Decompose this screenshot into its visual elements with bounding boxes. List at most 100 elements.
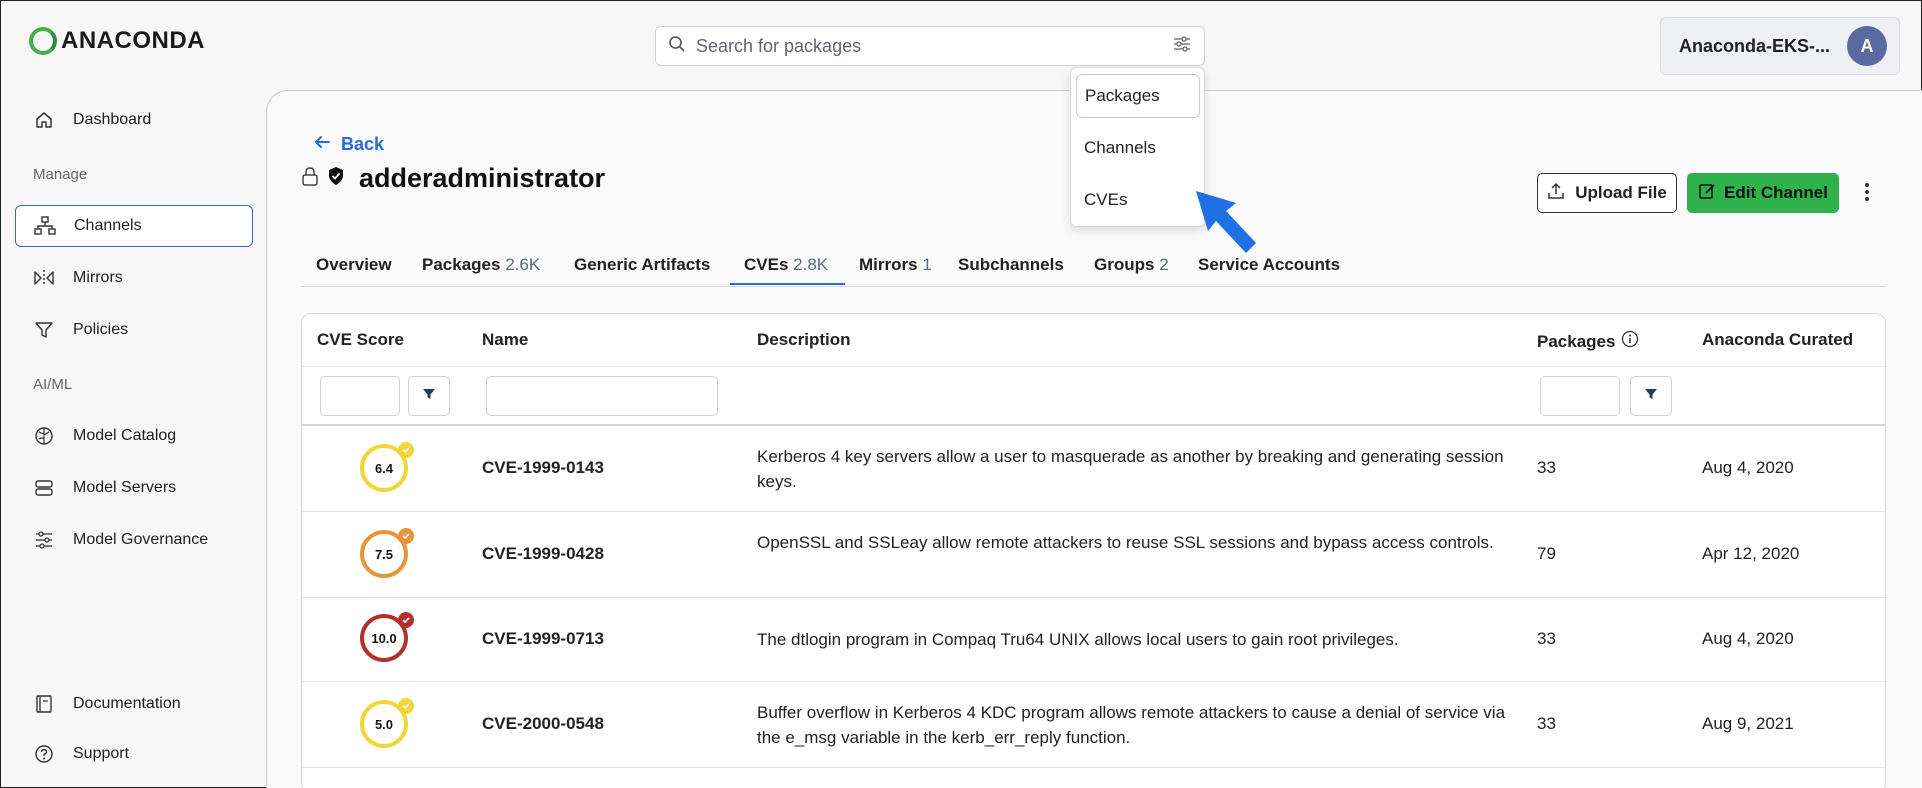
dropdown-option-cves[interactable]: CVEs [1076, 178, 1200, 222]
account-menu[interactable]: Anaconda-EKS-... A [1660, 17, 1900, 75]
sidebar-item-label: Documentation [73, 695, 181, 712]
cve-description: Buffer overflow in Kerberos 4 KDC progra… [757, 703, 1506, 747]
sidebar-item-label: Channels [74, 217, 142, 234]
edit-channel-button[interactable]: Edit Channel [1687, 173, 1839, 213]
sidebar-item-policies[interactable]: Policies [15, 309, 253, 351]
tab-groups[interactable]: Groups 2 [1094, 255, 1169, 275]
dropdown-option-channels[interactable]: Channels [1076, 126, 1200, 170]
cve-table: CVE Score Name Description Packages Anac… [301, 313, 1886, 788]
filter-icon [1644, 387, 1658, 406]
channels-icon [34, 215, 56, 237]
sidebar-item-label: Dashboard [73, 111, 152, 128]
sidebar-item-label: Policies [73, 321, 129, 338]
packages-filter-input[interactable] [1540, 376, 1620, 416]
check-icon [398, 528, 414, 544]
tab-mirrors[interactable]: Mirrors 1 [859, 255, 932, 275]
upload-file-button[interactable]: Upload File [1537, 173, 1677, 213]
sidebar-section-aiml: AI/ML [33, 376, 73, 393]
header-description[interactable]: Description [757, 330, 851, 350]
account-name: Anaconda-EKS-... [1679, 35, 1831, 56]
tab-generic-artifacts[interactable]: Generic Artifacts [574, 255, 710, 275]
page-header: adderadministrator [301, 163, 605, 194]
table-row[interactable]: 7.5 CVE-1999-0428 OpenSSL and SSLeay all… [302, 512, 1885, 598]
edit-icon [1698, 182, 1716, 205]
filter-sliders-icon[interactable] [1172, 35, 1192, 58]
header-cve-score[interactable]: CVE Score [317, 330, 404, 350]
tab-cves[interactable]: CVEs 2.8K [744, 255, 828, 275]
help-icon [33, 743, 55, 765]
back-link[interactable]: Back [313, 134, 384, 155]
cve-score-badge: 6.4 [360, 442, 414, 496]
sidebar-item-label: Model Catalog [73, 427, 177, 444]
home-icon [33, 109, 55, 131]
avatar[interactable]: A [1847, 26, 1887, 66]
search-bar[interactable] [655, 26, 1205, 66]
channel-tabs: Overview Packages 2.6K Generic Artifacts… [301, 251, 1886, 287]
header-anaconda-curated[interactable]: Anaconda Curated [1702, 330, 1853, 350]
score-filter-input[interactable] [320, 376, 400, 416]
dropdown-option-packages[interactable]: Packages [1076, 74, 1200, 118]
curated-date: Aug 9, 2021 [1702, 714, 1794, 733]
curated-date: Apr 12, 2020 [1702, 544, 1800, 563]
sidebar-item-label: Mirrors [73, 269, 123, 286]
cve-name[interactable]: CVE-1999-0143 [482, 458, 604, 478]
info-icon[interactable] [1621, 330, 1639, 353]
sidebar-item-documentation[interactable]: Documentation [15, 683, 253, 725]
header-packages[interactable]: Packages [1537, 330, 1639, 353]
score-filter-button[interactable] [408, 376, 450, 416]
cve-name[interactable]: CVE-1999-0428 [482, 544, 604, 564]
mirror-icon [33, 267, 55, 289]
sidebar: Dashboard Manage Channels Mirrors Polici… [1, 91, 266, 788]
anaconda-logo[interactable]: ANACONDA [29, 27, 205, 55]
sidebar-item-channels[interactable]: Channels [15, 205, 253, 247]
sidebar-item-model-governance[interactable]: Model Governance [15, 519, 253, 561]
search-scope-dropdown: Packages Channels CVEs [1070, 67, 1205, 227]
sidebar-item-dashboard[interactable]: Dashboard [15, 99, 253, 141]
sidebar-item-label: Model Governance [73, 531, 209, 548]
sidebar-item-label: Support [73, 745, 130, 762]
filter-row [302, 366, 1885, 426]
table-row[interactable]: 5.0 CVE-2000-0548 Buffer overflow in Ker… [302, 682, 1885, 768]
brand-name: ANACONDA [61, 27, 205, 54]
cve-description: The dtlogin program in Compaq Tru64 UNIX… [757, 630, 1399, 649]
packages-count: 33 [1537, 629, 1556, 648]
cve-name[interactable]: CVE-2000-0548 [482, 714, 604, 734]
arrow-left-icon [313, 134, 331, 155]
tab-subchannels[interactable]: Subchannels [958, 255, 1064, 275]
header-name[interactable]: Name [482, 330, 528, 350]
cve-score-badge: 10.0 [360, 612, 414, 666]
packages-count: 33 [1537, 458, 1556, 477]
sidebar-item-model-servers[interactable]: Model Servers [15, 467, 253, 509]
sidebar-item-mirrors[interactable]: Mirrors [15, 257, 253, 299]
table-row[interactable]: 10.0 CVE-1999-0713 The dtlogin program i… [302, 598, 1885, 682]
tab-packages[interactable]: Packages 2.6K [422, 255, 540, 275]
table-row[interactable]: 6.4 CVE-1999-0143 Kerberos 4 key servers… [302, 426, 1885, 512]
sidebar-item-model-catalog[interactable]: Model Catalog [15, 415, 253, 457]
packages-filter-button[interactable] [1630, 376, 1672, 416]
book-icon [33, 693, 55, 715]
more-options-icon[interactable] [1861, 177, 1873, 207]
anaconda-ring-icon [29, 27, 57, 55]
check-icon [398, 612, 414, 628]
header-packages-label: Packages [1537, 331, 1616, 351]
cve-description: OpenSSL and SSLeay allow remote attacker… [757, 533, 1494, 552]
upload-label: Upload File [1575, 183, 1667, 202]
active-tab-indicator [730, 283, 845, 285]
brain-icon [33, 425, 55, 447]
cve-score-badge: 5.0 [360, 698, 414, 752]
upload-icon [1547, 182, 1565, 205]
sidebar-item-support[interactable]: Support [15, 733, 253, 775]
shield-check-icon [327, 166, 345, 191]
sidebar-item-label: Model Servers [73, 479, 177, 496]
sidebar-section-manage: Manage [33, 166, 88, 183]
search-input[interactable] [696, 35, 1172, 57]
curated-date: Aug 4, 2020 [1702, 629, 1794, 648]
packages-count: 79 [1537, 544, 1556, 563]
name-filter-input[interactable] [486, 376, 718, 416]
tab-overview[interactable]: Overview [316, 255, 392, 275]
check-icon [398, 442, 414, 458]
search-icon [668, 35, 686, 58]
page-title: adderadministrator [359, 163, 606, 193]
cve-name[interactable]: CVE-1999-0713 [482, 629, 604, 649]
server-icon [33, 477, 55, 499]
